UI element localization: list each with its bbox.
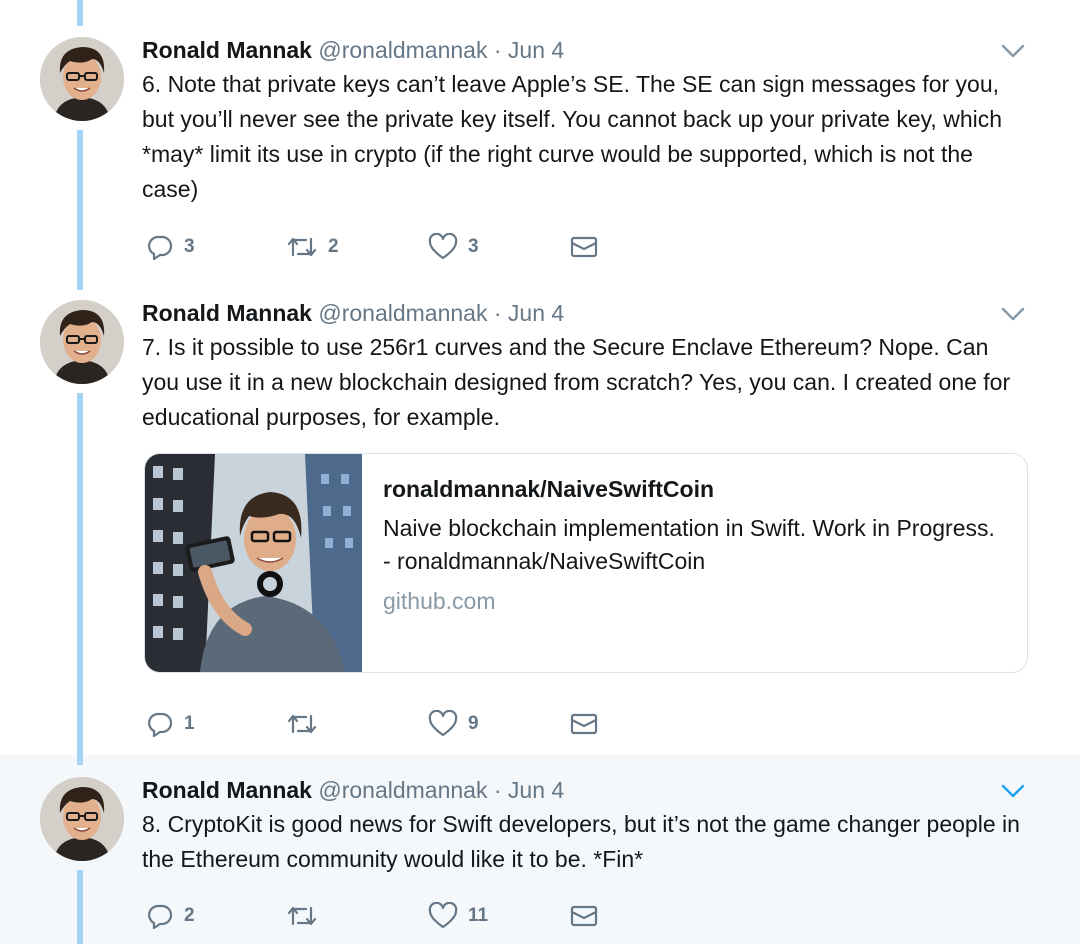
tweet-date[interactable]: Jun 4 <box>508 777 564 803</box>
retweet-icon <box>287 714 317 734</box>
chevron-down-icon[interactable] <box>1000 305 1026 323</box>
retweet-icon <box>287 906 317 926</box>
tweet-actions: 3 2 3 <box>142 232 602 262</box>
reply-button[interactable]: 1 <box>146 709 195 739</box>
retweet-button[interactable] <box>286 709 328 739</box>
tweet-header: Ronald Mannak @ronaldmannak · Jun 4 <box>142 36 564 64</box>
user-name[interactable]: Ronald Mannak <box>142 777 312 803</box>
tweet-text: 6. Note that private keys can’t leave Ap… <box>142 71 1003 202</box>
reply-count: 1 <box>184 713 195 734</box>
like-count: 3 <box>468 236 479 257</box>
tweet-actions: 2 11 <box>142 901 602 931</box>
user-handle[interactable]: @ronaldmannak <box>318 777 487 803</box>
user-name[interactable]: Ronald Mannak <box>142 37 312 63</box>
retweet-button[interactable] <box>286 901 328 931</box>
card-description: Naive blockchain implementation in Swift… <box>383 515 995 574</box>
tweet-date[interactable]: Jun 4 <box>508 300 564 326</box>
reply-count: 3 <box>184 236 195 257</box>
tweet-header: Ronald Mannak @ronaldmannak · Jun 4 <box>142 299 564 327</box>
link-card[interactable]: ronaldmannak/NaiveSwiftCoin Naive blockc… <box>144 453 1028 673</box>
thread-line <box>77 870 83 944</box>
retweet-button[interactable]: 2 <box>286 232 339 262</box>
tweet-date[interactable]: Jun 4 <box>508 37 564 63</box>
like-button[interactable]: 11 <box>428 901 488 931</box>
user-name[interactable]: Ronald Mannak <box>142 300 312 326</box>
tweet-actions: 1 9 <box>142 709 602 739</box>
dm-button[interactable] <box>570 709 598 739</box>
chevron-down-icon[interactable] <box>1000 42 1026 60</box>
envelope-icon <box>570 905 598 927</box>
thread-line <box>77 0 83 26</box>
retweet-icon <box>287 237 317 257</box>
like-count: 9 <box>468 713 479 734</box>
thread-line <box>77 130 83 290</box>
chevron-down-icon[interactable] <box>1000 782 1026 800</box>
retweet-count: 2 <box>328 236 339 257</box>
card-title: ronaldmannak/NaiveSwiftCoin <box>383 476 715 502</box>
card-thumbnail <box>145 454 362 672</box>
reply-icon <box>148 904 173 930</box>
separator: · <box>493 300 502 326</box>
avatar[interactable] <box>40 777 124 861</box>
card-url: github.com <box>383 588 496 614</box>
thread-line <box>77 393 83 765</box>
envelope-icon <box>570 713 598 735</box>
reply-count: 2 <box>184 905 195 926</box>
reply-icon <box>148 712 173 738</box>
like-count: 11 <box>468 905 489 926</box>
user-handle[interactable]: @ronaldmannak <box>318 300 487 326</box>
reply-icon <box>148 235 173 261</box>
reply-button[interactable]: 2 <box>146 901 195 931</box>
separator: · <box>493 777 502 803</box>
tweet-text: 7. Is it possible to use 256r1 curves an… <box>142 334 1011 430</box>
avatar[interactable] <box>40 37 124 121</box>
heart-icon <box>428 233 458 260</box>
reply-button[interactable]: 3 <box>146 232 195 262</box>
tweet-header: Ronald Mannak @ronaldmannak · Jun 4 <box>142 776 564 804</box>
user-handle[interactable]: @ronaldmannak <box>318 37 487 63</box>
heart-icon <box>428 902 458 929</box>
heart-icon <box>428 710 458 737</box>
dm-button[interactable] <box>570 232 598 262</box>
envelope-icon <box>570 236 598 258</box>
dm-button[interactable] <box>570 901 598 931</box>
like-button[interactable]: 9 <box>428 709 479 739</box>
separator: · <box>493 37 502 63</box>
tweet-text: 8. CryptoKit is good news for Swift deve… <box>142 811 1020 872</box>
like-button[interactable]: 3 <box>428 232 479 262</box>
avatar[interactable] <box>40 300 124 384</box>
